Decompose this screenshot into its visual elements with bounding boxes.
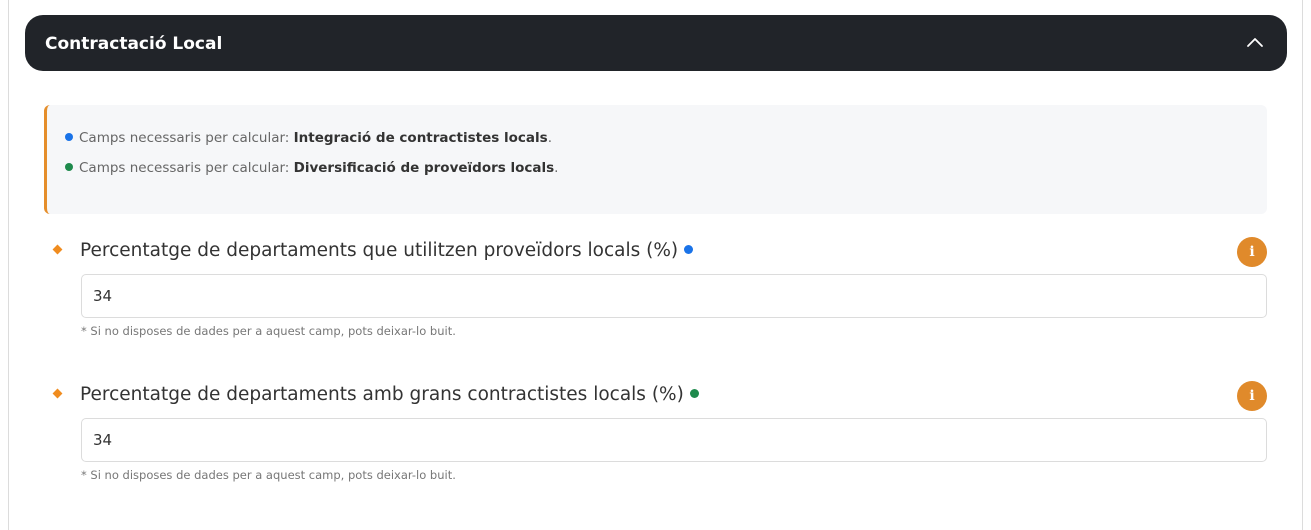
departments-local-suppliers-input[interactable]: [81, 274, 1267, 318]
required-marker-icon: [52, 388, 63, 399]
field-label-row: Percentatge de departaments que utilitze…: [52, 237, 1267, 267]
required-marker-icon: [52, 244, 63, 255]
green-dot-icon: [689, 389, 699, 398]
notice-prefix: Camps necessaris per calcular:: [79, 160, 294, 176]
field-hint: * Si no disposes de dades per a aquest c…: [81, 324, 456, 338]
notice-suffix: .: [547, 130, 552, 146]
blue-dot-icon: [65, 133, 73, 141]
section-header[interactable]: Contractació Local: [25, 15, 1287, 71]
notice-prefix: Camps necessaris per calcular:: [79, 130, 294, 146]
required-fields-notice: Camps necessaris per calcular: Integraci…: [44, 105, 1267, 214]
field-label: Percentatge de departaments amb grans co…: [80, 383, 699, 407]
section-title: Contractació Local: [45, 34, 223, 54]
notice-suffix: .: [554, 160, 559, 176]
chevron-up-icon[interactable]: [1243, 31, 1267, 55]
blue-dot-icon: [684, 245, 694, 254]
departments-large-contractors-input[interactable]: [81, 418, 1267, 462]
green-dot-icon: [65, 163, 73, 171]
field-label: Percentatge de departaments que utilitze…: [80, 239, 694, 263]
notice-metric: Integració de contractistes locals: [293, 130, 548, 146]
info-icon[interactable]: i: [1237, 237, 1267, 267]
notice-item: Camps necessaris per calcular: Integraci…: [65, 129, 552, 147]
notice-metric: Diversificació de proveïdors locals: [293, 160, 555, 176]
field-label-row: Percentatge de departaments amb grans co…: [52, 381, 1267, 411]
info-icon[interactable]: i: [1237, 381, 1267, 411]
field-hint: * Si no disposes de dades per a aquest c…: [81, 468, 456, 482]
notice-item: Camps necessaris per calcular: Diversifi…: [65, 159, 558, 177]
